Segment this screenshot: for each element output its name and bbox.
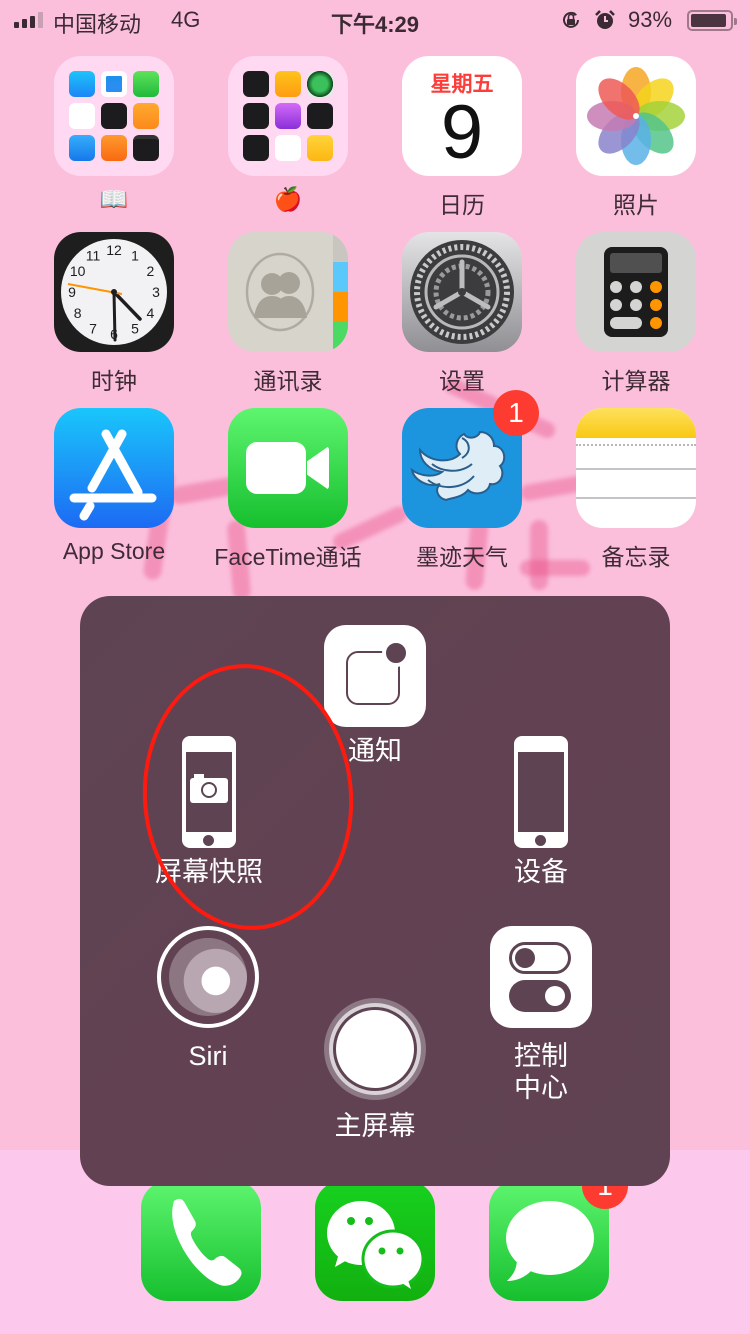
control-center-toggles-icon [490,926,592,1028]
battery-percent: 93% [628,7,673,32]
find-iphone-mini-icon [307,71,333,97]
app-clock[interactable]: 121234567891011 时钟 [27,232,201,396]
wechat-icon [327,1201,425,1289]
clock-number: 11 [86,248,101,264]
app-label: 墨迹天气 [416,544,508,570]
app-moji-weather[interactable]: 1 墨迹天气 [375,390,549,572]
home-button-icon [324,998,426,1100]
notes-icon [576,408,696,528]
at-home-button[interactable]: 主屏幕 [320,998,430,1142]
app-settings[interactable]: 设置 [375,232,549,396]
tips-mini-icon [307,135,333,161]
clock-icon: 121234567891011 [54,232,174,352]
itunes-u-mini-icon [101,135,127,161]
notification-icon [324,625,426,727]
dock-app-wechat[interactable] [315,1181,435,1301]
app-app-store[interactable]: App Store [27,408,201,565]
at-control-center-button[interactable]: 控制 中心 [490,926,592,1105]
files-mini-icon [101,71,127,97]
app-calendar[interactable]: 星期五 9 日历 [375,56,549,220]
gear-icon [410,240,514,344]
folder-icon [54,56,174,176]
device-iphone-icon [514,736,568,848]
siri-icon [157,926,259,1028]
app-label: 照片 [613,192,659,218]
pages-mini-icon [133,103,159,129]
app-facetime[interactable]: FaceTime通话 [201,408,375,572]
wallet-mini-icon [307,103,333,129]
stocks-mini-icon [243,135,269,161]
at-home-label: 主屏幕 [334,1111,416,1141]
app-label: 时钟 [91,368,137,394]
app-calculator[interactable]: 计算器 [549,232,723,396]
dock-app-phone[interactable] [141,1181,261,1301]
folder-book[interactable]: 📖 [27,56,201,213]
status-bar: 中国移动 4G 下午4:29 93% [0,0,750,40]
folder-label: 📖 [99,186,129,212]
contacts-silhouette-icon [245,252,315,332]
podcasts-mini-icon [275,103,301,129]
calculator-icon [576,232,696,352]
at-screenshot-button[interactable]: 屏幕快照 [148,736,270,888]
photos-icon [576,56,696,176]
at-device-label: 设备 [514,857,568,887]
clock-number: 4 [146,305,154,321]
app-label: 日历 [439,192,485,218]
app-notes[interactable]: 备忘录 [549,408,723,572]
find-friends-mini-icon [275,71,301,97]
calendar-icon: 星期五 9 [402,56,522,176]
clock-number: 8 [74,305,82,321]
at-notification-button[interactable]: 通知 [324,625,426,767]
at-control-center-label-2: 中心 [514,1073,568,1104]
health-mini-icon [275,135,301,161]
orientation-lock-icon [563,11,579,28]
measure-mini-icon [133,135,159,161]
alarm-icon [595,10,615,29]
app-label: 备忘录 [601,544,671,570]
voice-memos-mini-icon [101,103,127,129]
calendar-day: 9 [440,90,484,175]
reminders-mini-icon [69,103,95,129]
app-label: 通讯录 [253,368,323,394]
keynote-mini-icon [69,135,95,161]
clock-face: 121234567891011 [61,239,167,345]
at-device-button[interactable]: 设备 [486,736,596,888]
watch-mini-icon [243,103,269,129]
notification-badge: 1 [493,390,539,436]
at-siri-label: Siri [188,1041,228,1071]
facetime-camera-icon [228,408,348,528]
app-label: FaceTime通话 [214,544,362,570]
folder-icon [228,56,348,176]
app-label: 计算器 [601,368,671,394]
app-contacts[interactable]: 通讯录 [201,232,375,396]
mail-mini-icon [69,71,95,97]
at-screenshot-label: 屏幕快照 [155,857,263,887]
clock-number: 7 [89,320,97,336]
at-notification-label: 通知 [348,736,402,766]
clock-number: 10 [70,263,86,279]
clock-number: 5 [131,320,139,336]
clock-number: 9 [68,284,76,300]
app-photos[interactable]: 照片 [549,56,723,220]
settings-gear-icon [402,232,522,352]
phone-icon [172,1198,242,1286]
at-siri-button[interactable]: Siri [157,926,259,1072]
folder-label: 🍎 [273,186,303,212]
clock-number: 3 [152,284,160,300]
clock-number: 1 [131,248,139,264]
contacts-icon [228,232,348,352]
compass-mini-icon [243,71,269,97]
clock-number: 2 [146,263,154,279]
photos-flower-icon [587,67,685,165]
app-label: App Store [62,538,166,564]
app-store-a-icon [69,429,157,521]
at-control-center-label-1: 控制 [514,1041,568,1071]
battery-icon [687,10,737,31]
app-store-icon [54,408,174,528]
screenshot-camera-icon [182,736,236,848]
clock-number: 12 [106,242,122,258]
folder-apple[interactable]: 🍎 [201,56,375,213]
numbers-mini-icon [133,71,159,97]
